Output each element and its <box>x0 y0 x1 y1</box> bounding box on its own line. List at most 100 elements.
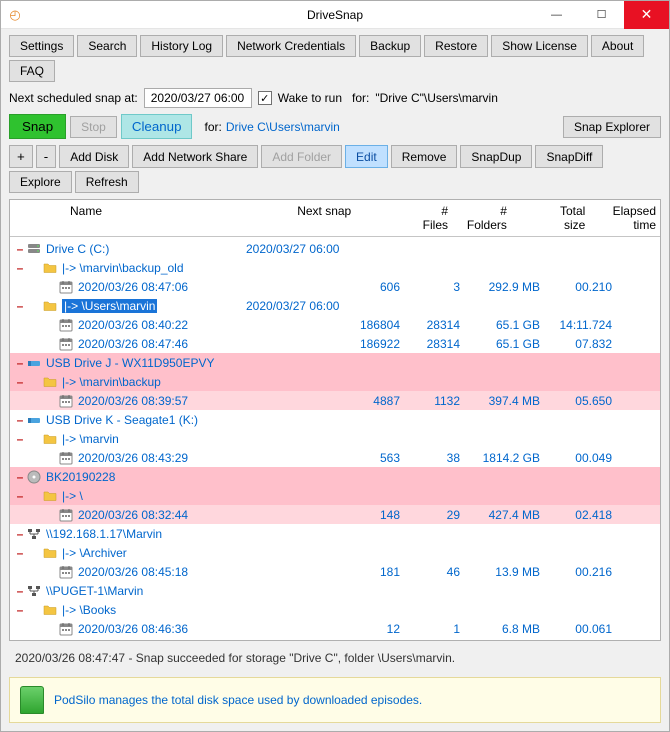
snap-row[interactable]: 2020/03/26 08:32:4414829427.4 MB02.418 <box>10 505 660 524</box>
collapse-icon[interactable]: – <box>14 375 26 389</box>
col-elapsed[interactable]: Elapsed time <box>591 204 660 232</box>
files-cell: 148 <box>346 508 406 522</box>
folder-row[interactable]: –|-> \marvin\backup <box>10 372 660 391</box>
files-cell: 606 <box>346 280 406 294</box>
schedule-label: Next scheduled snap at: <box>9 91 138 105</box>
row-label: 2020/03/26 08:45:18 <box>78 565 188 579</box>
snap-row[interactable]: 2020/03/26 08:40:221868042831465.1 GB14:… <box>10 315 660 334</box>
folder-row[interactable]: –|-> \marvin\backup_old <box>10 258 660 277</box>
history-log-button[interactable]: History Log <box>140 35 223 57</box>
collapse-icon[interactable]: – <box>14 356 26 370</box>
window-title: DriveSnap <box>307 8 363 22</box>
show-license-button[interactable]: Show License <box>491 35 588 57</box>
snap-row[interactable]: 2020/03/26 08:47:461869222831465.1 GB07.… <box>10 334 660 353</box>
drive-row[interactable]: –Drive C (C:)2020/03/27 06:00 <box>10 239 660 258</box>
add-disk-button[interactable]: Add Disk <box>59 145 129 168</box>
backup-button[interactable]: Backup <box>359 35 421 57</box>
snap-button[interactable]: Snap <box>9 114 66 139</box>
folder-row[interactable]: –|-> \ <box>10 486 660 505</box>
about-button[interactable]: About <box>591 35 644 57</box>
files-cell: 186922 <box>346 337 406 351</box>
schedule-for-label: for: <box>352 91 369 105</box>
collapse-icon[interactable]: – <box>14 413 26 427</box>
drive-row[interactable]: –BK20190228 <box>10 467 660 486</box>
elapsed-cell: 07.832 <box>546 337 616 351</box>
schedule-input[interactable] <box>144 88 252 108</box>
action-target[interactable]: Drive C\Users\marvin <box>226 120 340 134</box>
collapse-icon[interactable]: – <box>14 299 26 313</box>
snap-row[interactable]: 2020/03/26 08:45:181814613.9 MB00.216 <box>10 562 660 581</box>
faq-button[interactable]: FAQ <box>9 60 55 82</box>
explore-button[interactable]: Explore <box>9 171 72 193</box>
titlebar[interactable]: ◴ DriveSnap — ☐ ✕ <box>1 1 669 29</box>
drive-row[interactable]: –USB Drive J - WX11D950EPVY <box>10 353 660 372</box>
row-label: USB Drive K - Seagate1 (K:) <box>46 413 198 427</box>
collapse-icon[interactable]: – <box>14 603 26 617</box>
folders-cell: 46 <box>406 565 466 579</box>
snapdup-button[interactable]: SnapDup <box>460 145 532 168</box>
row-label: Drive C (C:) <box>46 242 109 256</box>
collapse-icon[interactable]: – <box>14 261 26 275</box>
restore-button[interactable]: Restore <box>424 35 488 57</box>
collapse-icon[interactable]: – <box>14 470 26 484</box>
window-buttons: — ☐ ✕ <box>534 1 669 29</box>
remove-button[interactable]: Remove <box>391 145 458 168</box>
col-name[interactable]: Name <box>70 204 297 218</box>
elapsed-cell: 02.418 <box>546 508 616 522</box>
edit-button[interactable]: Edit <box>345 145 388 168</box>
cleanup-button[interactable]: Cleanup <box>121 114 193 139</box>
folder-icon <box>42 545 62 561</box>
folder-icon <box>42 431 62 447</box>
snap-row[interactable]: 2020/03/26 08:46:361216.8 MB00.061 <box>10 619 660 638</box>
collapse-icon[interactable]: – <box>14 242 26 256</box>
folder-row[interactable]: – |-> \Archiver <box>10 543 660 562</box>
maximize-button[interactable]: ☐ <box>579 1 624 29</box>
elapsed-cell: 00.061 <box>546 622 616 636</box>
snap-row[interactable]: 2020/03/26 08:43:29563381814.2 GB00.049 <box>10 448 660 467</box>
folder-row[interactable]: –|-> \Users\marvin2020/03/27 06:00 <box>10 296 660 315</box>
folder-row[interactable]: –|-> \marvin <box>10 429 660 448</box>
collapse-icon[interactable]: – <box>14 489 26 503</box>
collapse-icon[interactable]: – <box>14 546 26 560</box>
net-icon <box>26 583 46 599</box>
refresh-button[interactable]: Refresh <box>75 171 139 193</box>
drive-row[interactable]: –\\192.168.1.17\Marvin <box>10 524 660 543</box>
collapse-icon[interactable]: – <box>14 584 26 598</box>
col-files[interactable]: # Files <box>395 204 454 232</box>
row-label: |-> \Archiver <box>62 546 127 560</box>
col-folders[interactable]: # Folders <box>454 204 513 232</box>
row-label: 2020/03/26 08:46:36 <box>78 622 188 636</box>
collapse-icon[interactable]: – <box>14 432 26 446</box>
settings-button[interactable]: Settings <box>9 35 74 57</box>
size-cell: 1814.2 GB <box>466 451 546 465</box>
cd-icon <box>26 469 46 485</box>
search-button[interactable]: Search <box>77 35 137 57</box>
drive-row[interactable]: – USB Drive K - Seagate1 (K:) <box>10 410 660 429</box>
snap-row[interactable]: 2020/03/26 08:39:5748871132397.4 MB05.65… <box>10 391 660 410</box>
add-network-share-button[interactable]: Add Network Share <box>132 145 258 168</box>
wake-checkbox[interactable]: ✓ <box>258 91 272 105</box>
size-cell: 6.8 MB <box>466 622 546 636</box>
expand-all-button[interactable]: + <box>9 145 33 168</box>
network-credentials-button[interactable]: Network Credentials <box>226 35 356 57</box>
window: ◴ DriveSnap — ☐ ✕ Settings Search Histor… <box>0 0 670 732</box>
row-label: \\PUGET-1\Marvin <box>46 584 143 598</box>
snap-row[interactable]: 2020/03/26 08:47:066063292.9 MB00.210 <box>10 277 660 296</box>
stop-button: Stop <box>70 116 117 138</box>
drive-row[interactable]: – \\PUGET-1\Marvin <box>10 581 660 600</box>
folder-icon <box>42 488 62 504</box>
snapdiff-button[interactable]: SnapDiff <box>535 145 603 168</box>
schedule-target: "Drive C"\Users\marvin <box>375 91 498 105</box>
snap-explorer-button[interactable]: Snap Explorer <box>563 116 661 138</box>
folder-row[interactable]: –|-> \Books <box>10 600 660 619</box>
col-next-snap[interactable]: Next snap <box>297 204 395 218</box>
row-label: 2020/03/26 08:39:57 <box>78 394 188 408</box>
close-button[interactable]: ✕ <box>624 1 669 29</box>
row-label: 2020/03/26 08:47:06 <box>78 280 188 294</box>
collapse-all-button[interactable]: - <box>36 145 56 168</box>
collapse-icon[interactable]: – <box>14 527 26 541</box>
col-total-size[interactable]: Total size <box>513 204 591 232</box>
folders-cell: 1132 <box>406 394 466 408</box>
tip-text[interactable]: PodSilo manages the total disk space use… <box>54 693 422 707</box>
minimize-button[interactable]: — <box>534 1 579 29</box>
